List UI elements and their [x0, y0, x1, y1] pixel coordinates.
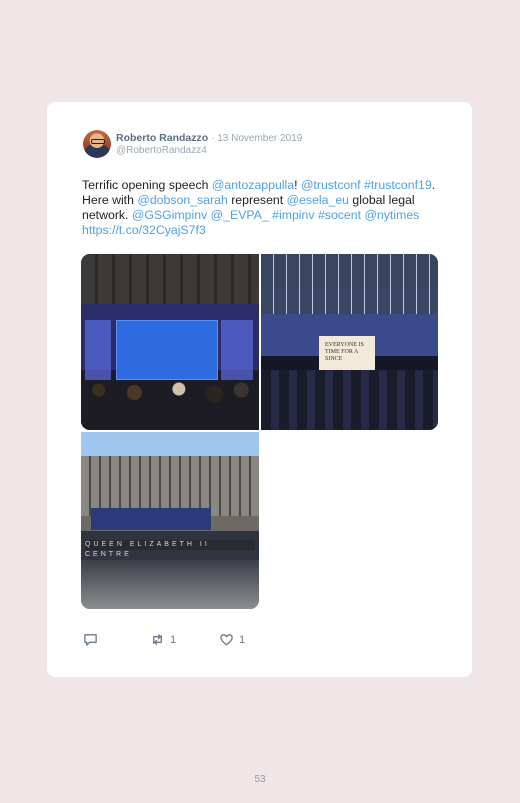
tweet-actions: 1 1: [83, 632, 283, 650]
tweet-link[interactable]: #impinv: [272, 208, 314, 222]
reply-button[interactable]: [83, 632, 98, 647]
tweet-text-segment: represent: [227, 193, 287, 207]
tweet-date[interactable]: · 13 November 2019: [211, 133, 302, 144]
tweet-link[interactable]: @esela_eu: [287, 193, 349, 207]
reply-icon: [84, 634, 97, 646]
author-handle[interactable]: @RobertoRandazz4: [116, 145, 207, 156]
like-count: 1: [239, 633, 246, 646]
retweet-icon: [153, 634, 162, 645]
author-name[interactable]: Roberto Randazzo: [116, 132, 208, 144]
tweet-link[interactable]: #socent: [318, 208, 361, 222]
tweet-text-segment: Terrific opening speech: [82, 178, 212, 192]
page-number: 53: [254, 774, 266, 785]
retweet-button[interactable]: 1: [150, 632, 176, 647]
tweet-text-segment: !: [294, 178, 301, 192]
tweet-link[interactable]: @nytimes: [364, 208, 419, 222]
author-avatar[interactable]: [83, 130, 111, 158]
tweet-photo-hall[interactable]: EVERYONE IS TIME FOR A SINCE: [261, 254, 438, 430]
tweet-link[interactable]: #trustconf19: [364, 178, 432, 192]
hall-screen-text: EVERYONE IS TIME FOR A SINCE: [325, 342, 364, 362]
tweet-link[interactable]: @GSGimpinv: [132, 208, 207, 222]
author-line: Roberto Randazzo · 13 November 2019: [116, 132, 302, 144]
heart-icon: [220, 634, 233, 646]
tweet-card: Roberto Randazzo · 13 November 2019 @Rob…: [47, 102, 472, 677]
like-button[interactable]: 1: [219, 632, 245, 647]
tweet-link[interactable]: @antozappulla: [212, 178, 294, 192]
tweet-text: Terrific opening speech @antozappulla! @…: [82, 178, 442, 238]
tweet-link[interactable]: @_EVPA_: [211, 208, 269, 222]
tweet-photo-building[interactable]: QUEEN ELIZABETH II CENTRE: [81, 432, 259, 609]
tweet-link[interactable]: @trustconf: [301, 178, 361, 192]
tweet-link[interactable]: https://t.co/32CyajS7f3: [82, 223, 206, 237]
retweet-count: 1: [170, 633, 177, 646]
tweet-photo-stage[interactable]: [81, 254, 259, 430]
tweet-link[interactable]: @dobson_sarah: [137, 193, 227, 207]
